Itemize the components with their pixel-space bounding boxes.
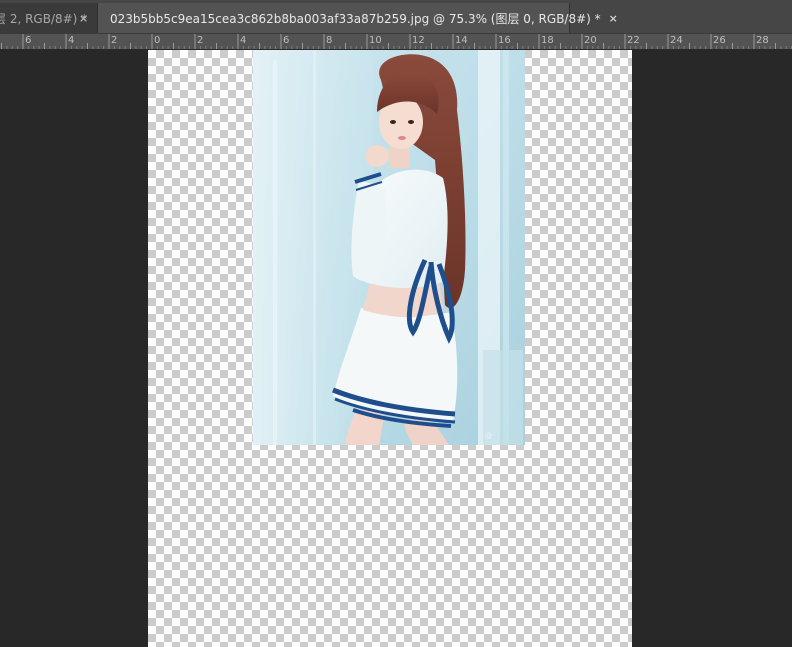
tab-active-document[interactable]: 023b5bb5c9ea15cea3c862b8ba003af33a87b259…: [98, 3, 618, 33]
photoshop-window: 层 2, RGB/8#) * × 023b5bb5c9ea15cea3c862b…: [0, 0, 792, 647]
close-icon[interactable]: ×: [609, 12, 618, 25]
ruler-label: 0: [154, 35, 161, 46]
ruler-label: 24: [670, 35, 683, 46]
ruler-label: 4: [68, 35, 75, 46]
photo-layer[interactable]: @: [253, 50, 525, 445]
tab-label: 层 2, RGB/8#) *: [0, 11, 88, 26]
ruler-label: 26: [713, 35, 726, 46]
ruler-label: 16: [498, 35, 511, 46]
ruler-label: 18: [541, 35, 554, 46]
photo-image: @: [253, 50, 525, 445]
ruler-label: 12: [412, 35, 425, 46]
ruler-label: 6: [283, 35, 290, 46]
ruler-label: 14: [455, 35, 468, 46]
ruler-label: 22: [627, 35, 640, 46]
document-workspace[interactable]: @: [0, 50, 792, 647]
tab-label: 023b5bb5c9ea15cea3c862b8ba003af33a87b259…: [110, 11, 601, 26]
ruler-label: 20: [584, 35, 597, 46]
ruler-label: 2: [111, 35, 118, 46]
ruler-label: 2: [197, 35, 204, 46]
ruler-label: 4: [240, 35, 247, 46]
watermark: @: [485, 432, 492, 440]
tab-layer-2[interactable]: 层 2, RGB/8#) * ×: [0, 3, 98, 33]
document-tab-bar: 层 2, RGB/8#) * × 023b5bb5c9ea15cea3c862b…: [0, 0, 792, 34]
ruler-label: 10: [369, 35, 382, 46]
ruler-label: 8: [326, 35, 333, 46]
ruler-label: 6: [25, 35, 32, 46]
ruler-label: 28: [756, 35, 769, 46]
close-icon[interactable]: ×: [79, 12, 88, 25]
transparent-canvas[interactable]: @: [148, 50, 632, 647]
horizontal-ruler[interactable]: 6 4 2 0 2 4 6 8 10 12 14 16 18 20 22 24 26 28: [0, 34, 792, 50]
